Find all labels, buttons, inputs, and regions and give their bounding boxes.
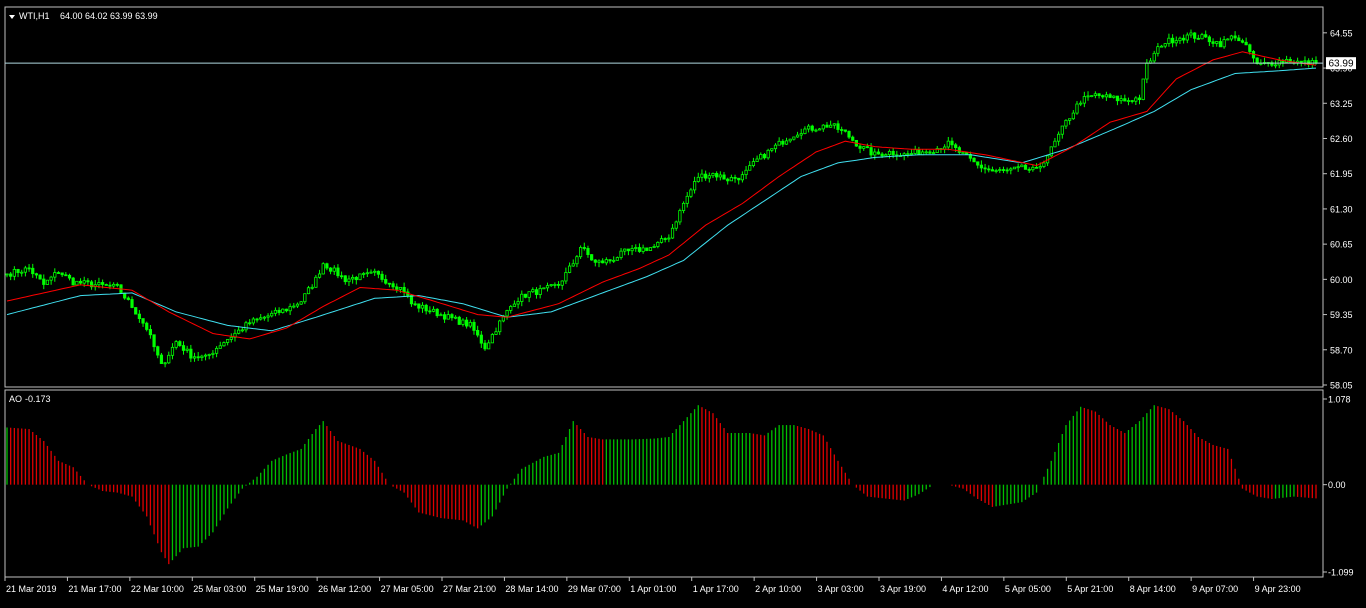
time-tick-label: 21 Mar 17:00: [68, 584, 121, 594]
candle: [1090, 95, 1094, 98]
candle: [314, 275, 318, 288]
current-price-tag: 63.99: [1326, 57, 1356, 70]
chart-canvas[interactable]: 64.5563.9063.2562.6061.9561.3060.6560.00…: [0, 0, 1366, 603]
time-tick-label: 26 Mar 12:00: [318, 584, 371, 594]
time-tick-label: 4 Apr 12:00: [942, 584, 988, 594]
candle: [321, 262, 325, 275]
candle: [1141, 78, 1145, 101]
candle: [590, 254, 594, 261]
time-tick-label: 9 Apr 07:00: [1192, 584, 1238, 594]
candle: [972, 157, 976, 163]
candle: [523, 293, 528, 299]
candle: [134, 307, 138, 315]
time-tick-label: 9 Apr 23:00: [1255, 584, 1301, 594]
time-tick-label: 29 Mar 07:00: [568, 584, 621, 594]
candle: [542, 287, 546, 290]
time-tick-label: 1 Apr 01:00: [630, 584, 676, 594]
time-tick-label: 8 Apr 14:00: [1130, 584, 1176, 594]
candle: [490, 333, 494, 344]
price-tick-label: 61.30: [1330, 204, 1353, 214]
current-price-label: 63.99: [1328, 59, 1353, 70]
ao-tick-label: 1.078: [1328, 395, 1351, 405]
price-tick-label: 64.55: [1330, 28, 1353, 38]
ao-title: AO: [9, 394, 22, 404]
candle: [45, 279, 50, 285]
candle: [71, 276, 75, 286]
candle: [358, 273, 362, 281]
price-tick-label: 63.25: [1330, 99, 1353, 109]
chart-background: [0, 0, 1366, 603]
price-tick-label: 58.05: [1330, 381, 1353, 391]
time-tick-label: 21 Mar 2019: [6, 584, 57, 594]
candle: [457, 315, 461, 325]
trading-chart-window[interactable]: 64.5563.9063.2562.6061.9561.3060.6560.00…: [0, 0, 1366, 603]
price-tick-label: 61.95: [1330, 169, 1353, 179]
ao-current-value: -0.173: [25, 394, 51, 404]
candle: [579, 245, 583, 259]
candle: [222, 341, 226, 347]
time-tick-label: 1 Apr 17:00: [693, 584, 739, 594]
time-tick-label: 27 Mar 21:00: [443, 584, 496, 594]
symbol-label: WTI,H1: [19, 11, 50, 21]
candle: [1023, 164, 1028, 170]
candle: [648, 247, 653, 251]
ohlc-values: 64.00 64.02 63.99 63.99: [60, 11, 158, 21]
time-tick-label: 5 Apr 05:00: [1005, 584, 1051, 594]
candle: [281, 308, 285, 314]
candle: [961, 152, 965, 154]
time-tick-label: 28 Mar 14:00: [505, 584, 558, 594]
time-tick-label: 2 Apr 10:00: [755, 584, 801, 594]
candle: [1049, 146, 1053, 158]
ao-tick-label: -1.099: [1328, 568, 1354, 578]
candle: [38, 274, 42, 280]
time-tick-label: 22 Mar 10:00: [131, 584, 184, 594]
candle: [645, 247, 649, 252]
time-tick-label: 3 Apr 03:00: [818, 584, 864, 594]
candle: [75, 280, 79, 286]
time-tick-label: 27 Mar 05:00: [381, 584, 434, 594]
time-tick-label: 5 Apr 21:00: [1067, 584, 1113, 594]
price-tick-label: 59.35: [1330, 310, 1353, 320]
candle: [299, 301, 303, 305]
price-tick-label: 62.60: [1330, 134, 1353, 144]
price-tick-label: 58.70: [1330, 345, 1353, 355]
ao-header: AO -0.173: [9, 394, 51, 404]
time-tick-label: 25 Mar 19:00: [256, 584, 309, 594]
time-tick-label: 25 Mar 03:00: [193, 584, 246, 594]
candle: [766, 148, 770, 160]
candle: [1012, 166, 1017, 170]
time-tick-label: 3 Apr 19:00: [880, 584, 926, 594]
price-tick-label: 60.00: [1330, 275, 1353, 285]
ao-tick-label: 0.00: [1328, 480, 1346, 490]
symbol-header[interactable]: WTI,H1 64.00 64.02 63.99 63.99: [9, 11, 158, 21]
price-tick-label: 60.65: [1330, 240, 1353, 250]
